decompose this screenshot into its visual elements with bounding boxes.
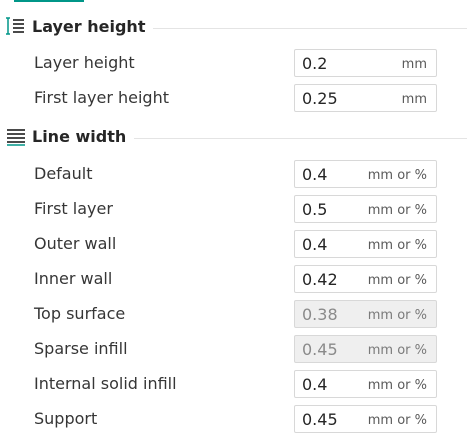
input-value[interactable]: 0.5 [302,200,327,219]
section-header-layer-height: Layer height [6,14,467,38]
unit-label: mm or % [367,238,427,253]
setting-label: Default [34,164,93,183]
settings-panel: Layer height Layer height 0.2 mm First l… [0,0,467,447]
first-layer-line-width-input[interactable]: 0.5 mm or % [294,195,437,223]
section-divider [153,27,467,29]
unit-label: mm or % [367,343,427,358]
setting-label: Internal solid infill [34,374,177,393]
layer-height-icon [6,16,26,36]
setting-row-first-layer-height: First layer height 0.25 mm [0,84,467,112]
input-value[interactable]: 0.2 [302,54,327,73]
unit-label: mm or % [367,413,427,428]
setting-label: Top surface [34,304,126,323]
setting-label: Layer height [34,53,135,72]
setting-row-outer-wall: Outer wall 0.4 mm or % [0,230,467,258]
internal-solid-infill-line-width-input[interactable]: 0.4 mm or % [294,370,437,398]
setting-label: Inner wall [34,269,113,288]
unit-label: mm or % [367,273,427,288]
input-value[interactable]: 0.42 [302,270,338,289]
section-divider [134,137,467,139]
active-tab-indicator [14,0,84,2]
input-value[interactable]: 0.45 [302,410,338,429]
section-title: Line width [32,126,127,146]
setting-row-internal-solid-infill: Internal solid infill 0.4 mm or % [0,370,467,398]
outer-wall-line-width-input[interactable]: 0.4 mm or % [294,230,437,258]
input-value[interactable]: 0.25 [302,89,338,108]
setting-row-support: Support 0.45 mm or % [0,405,467,433]
unit-label: mm or % [367,378,427,393]
line-width-icon [6,126,26,146]
first-layer-height-input[interactable]: 0.25 mm [294,84,437,112]
setting-row-inner-wall: Inner wall 0.42 mm or % [0,265,467,293]
input-value[interactable]: 0.4 [302,375,327,394]
layer-height-input[interactable]: 0.2 mm [294,49,437,77]
section-header-line-width: Line width [6,124,467,148]
setting-label: Outer wall [34,234,117,253]
default-line-width-input[interactable]: 0.4 mm or % [294,160,437,188]
input-value[interactable]: 0.4 [302,235,327,254]
unit-label: mm [401,92,427,107]
setting-label: First layer height [34,88,169,107]
setting-row-top-surface: Top surface 0.38 mm or % [0,300,467,328]
top-surface-line-width-input: 0.38 mm or % [294,300,437,328]
setting-row-default: Default 0.4 mm or % [0,160,467,188]
next-section-icon [6,441,24,447]
unit-label: mm or % [367,168,427,183]
setting-label: Support [34,409,98,428]
input-value[interactable]: 0.4 [302,165,327,184]
input-value: 0.45 [302,340,338,359]
inner-wall-line-width-input[interactable]: 0.42 mm or % [294,265,437,293]
support-line-width-input[interactable]: 0.45 mm or % [294,405,437,433]
section-title: Layer height [32,16,146,36]
setting-row-sparse-infill: Sparse infill 0.45 mm or % [0,335,467,363]
sparse-infill-line-width-input: 0.45 mm or % [294,335,437,363]
unit-label: mm or % [367,308,427,323]
setting-row-layer-height: Layer height 0.2 mm [0,49,467,77]
input-value: 0.38 [302,305,338,324]
setting-row-first-layer: First layer 0.5 mm or % [0,195,467,223]
unit-label: mm or % [367,203,427,218]
unit-label: mm [401,57,427,72]
setting-label: Sparse infill [34,339,128,358]
setting-label: First layer [34,199,113,218]
